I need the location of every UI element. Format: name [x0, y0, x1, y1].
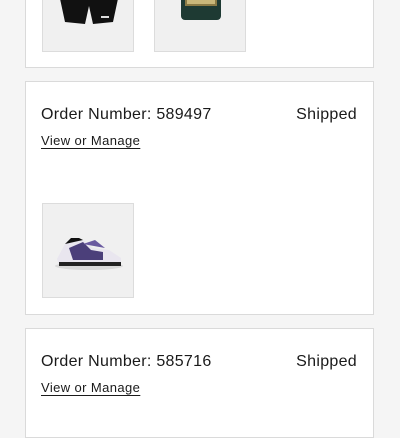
view-or-manage-link[interactable]: View or Manage	[41, 380, 140, 395]
green-jar-image	[181, 0, 221, 20]
order-number: Order Number: 585716	[41, 353, 212, 370]
order-number: Order Number: 589497	[41, 106, 212, 123]
view-or-manage-link[interactable]: View or Manage	[41, 133, 140, 148]
order-status: Shipped	[296, 353, 357, 370]
order-item-thumbnail[interactable]	[154, 0, 246, 52]
order-item-thumbnail[interactable]	[42, 203, 134, 298]
order-item-thumbnail[interactable]	[42, 0, 134, 52]
order-card	[25, 0, 374, 68]
order-card: Order Number: 589497 Shipped View or Man…	[25, 81, 374, 315]
black-shorts-image	[60, 0, 118, 24]
sneaker-image	[55, 238, 123, 270]
order-status: Shipped	[296, 106, 357, 123]
order-card: Order Number: 585716 Shipped View or Man…	[25, 328, 374, 438]
